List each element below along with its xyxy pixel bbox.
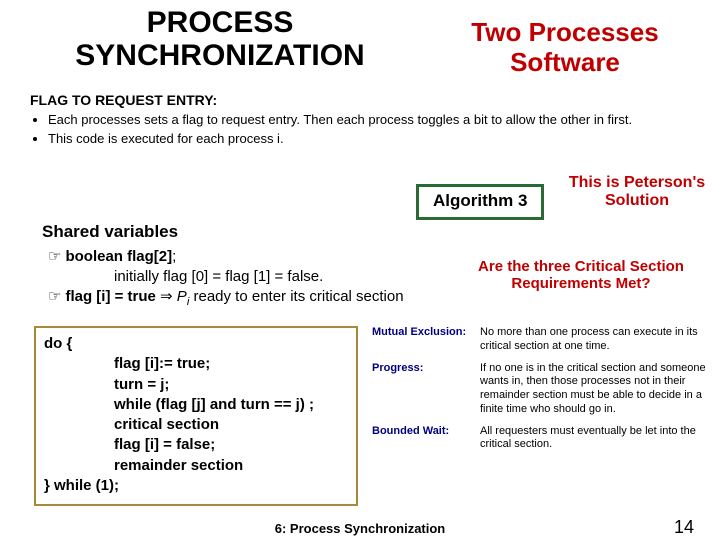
req-text: No more than one process can execute in …	[480, 326, 710, 354]
code-line: } while (1);	[44, 476, 348, 496]
hand-icon: ☞	[48, 248, 61, 265]
hand1-bold: boolean flag[2]	[65, 248, 172, 265]
page-number: 14	[674, 517, 694, 538]
code-line: turn = j;	[114, 375, 348, 395]
title-left: PROCESS SYNCHRONIZATION	[30, 6, 410, 72]
req-row: Progress: If no one is in the critical s…	[372, 362, 710, 417]
code-line: remainder section	[114, 456, 348, 476]
peterson-note: This is Peterson's Solution	[562, 174, 712, 211]
initial-values: initially flag [0] = flag [1] = false.	[114, 268, 323, 285]
shared-variables-heading: Shared variables	[42, 222, 178, 242]
hand2-bold: flag [i] = true	[65, 288, 155, 305]
bullet-list: Each processes sets a flag to request en…	[30, 112, 690, 150]
bullet-item: This code is executed for each process i…	[48, 131, 690, 148]
hand2-rest: ready to enter its critical section	[189, 288, 403, 305]
req-label: Bounded Wait:	[372, 425, 480, 453]
code-line: while (flag [j] and turn == j) ;	[114, 395, 348, 415]
req-text: All requesters must eventually be let in…	[480, 425, 710, 453]
title-right: Two Processes Software	[440, 18, 690, 78]
code-box: do { flag [i]:= true; turn = j; while (f…	[34, 326, 358, 506]
code-line: critical section	[114, 415, 348, 435]
hand-line-2: ☞flag [i] = true ⇒ Pi ready to enter its…	[48, 288, 404, 309]
section-heading: FLAG TO REQUEST ENTRY:	[30, 92, 217, 108]
req-row: Bounded Wait: All requesters must eventu…	[372, 425, 710, 453]
code-line: do {	[44, 334, 348, 354]
requirements-question: Are the three Critical Section Requireme…	[456, 258, 706, 293]
hand2-pi: P	[177, 288, 187, 305]
hand1-tail: ;	[172, 248, 176, 265]
requirements-table: Mutual Exclusion: No more than one proce…	[372, 326, 710, 460]
code-line: flag [i]:= true;	[114, 354, 348, 374]
req-label: Progress:	[372, 362, 480, 417]
footer-text: 6: Process Synchronization	[0, 521, 720, 536]
bullet-item: Each processes sets a flag to request en…	[48, 112, 690, 129]
code-line: flag [i] = false;	[114, 435, 348, 455]
algorithm-badge: Algorithm 3	[416, 184, 544, 220]
hand-icon: ☞	[48, 288, 61, 305]
req-text: If no one is in the critical section and…	[480, 362, 710, 417]
req-label: Mutual Exclusion:	[372, 326, 480, 354]
hand2-arrow: ⇒	[156, 288, 177, 305]
req-row: Mutual Exclusion: No more than one proce…	[372, 326, 710, 354]
hand-line-1: ☞boolean flag[2];	[48, 248, 176, 267]
